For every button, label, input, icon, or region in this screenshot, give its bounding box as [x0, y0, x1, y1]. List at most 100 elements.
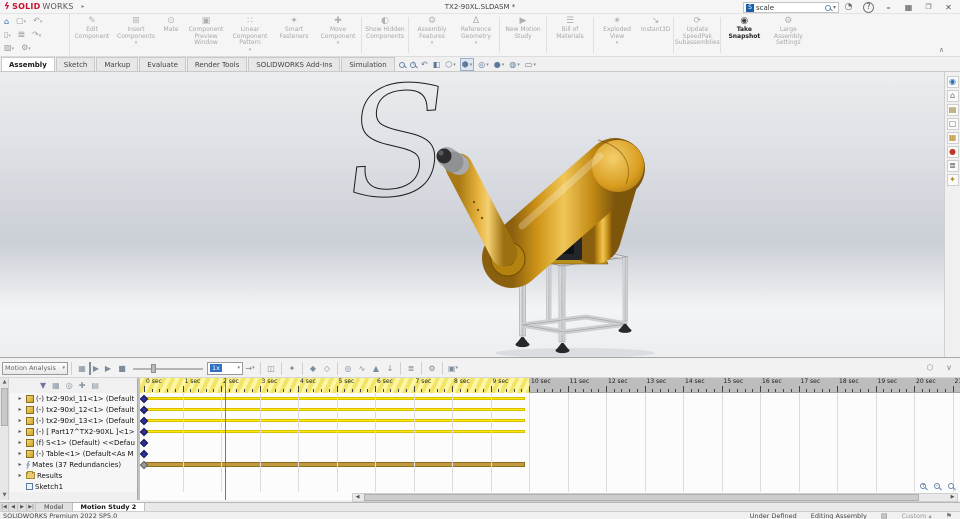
- move-component-button[interactable]: ✚ Move Component ▾: [316, 15, 360, 55]
- show-hidden-components-button[interactable]: ◐ Show Hidden Components: [363, 15, 407, 55]
- tree-row[interactable]: ▸ (-) tx2-90xl_13<1> (Default: [10, 415, 137, 426]
- new-motion-study-button[interactable]: ▶ New Motion Study: [501, 15, 545, 55]
- tab-assembly[interactable]: Assembly: [1, 57, 55, 71]
- key-diamond[interactable]: [140, 438, 149, 447]
- tab-render-tools[interactable]: Render Tools: [186, 57, 248, 71]
- smart-fasteners-button[interactable]: ✦ Smart Fasteners: [272, 15, 316, 55]
- change-bar[interactable]: [144, 419, 526, 422]
- edit-appearance-icon[interactable]: ● ▾: [493, 59, 506, 70]
- change-bar[interactable]: [144, 430, 526, 433]
- dropdown-caret-icon[interactable]: ▾: [517, 62, 520, 68]
- search-box[interactable]: S scale ▾: [743, 2, 839, 13]
- insert-components-button[interactable]: ⊞ Insert Components ▾: [114, 15, 158, 55]
- motor-button[interactable]: ◎: [341, 362, 355, 375]
- key-diamond[interactable]: [140, 394, 149, 403]
- tab-markup[interactable]: Markup: [96, 57, 139, 71]
- timeline-scroll-left-icon[interactable]: ◀: [353, 494, 362, 501]
- dropdown-caret-icon[interactable]: ▾: [431, 41, 434, 46]
- tree-row[interactable]: ▸ (-) [ Part17^TX2-90XL ]<1>: [10, 426, 137, 437]
- previous-view-icon[interactable]: ↶: [420, 59, 429, 70]
- change-bar[interactable]: [144, 397, 526, 400]
- save-animation-button[interactable]: ◫: [264, 362, 278, 375]
- playback-mode-button[interactable]: → ▾: [243, 362, 257, 375]
- expand-arrow-icon[interactable]: ▸: [16, 450, 24, 457]
- last-tab-button[interactable]: ▶|: [27, 503, 36, 511]
- timeline-zoom-out-icon[interactable]: [934, 482, 940, 489]
- minimize-button[interactable]: [883, 2, 894, 13]
- design-library-icon[interactable]: ▤: [946, 104, 959, 116]
- stop-button[interactable]: ■: [115, 362, 129, 375]
- motionmanager-viewport-icon[interactable]: ⬡: [923, 361, 937, 374]
- tab-sketch[interactable]: Sketch: [55, 57, 96, 71]
- timeline-playhead[interactable]: [224, 378, 226, 500]
- key-diamond[interactable]: [140, 427, 149, 436]
- undo-button[interactable]: ↶▾: [33, 16, 42, 27]
- robot-arm[interactable]: [436, 138, 645, 288]
- playback-speed-select[interactable]: 1x ▾: [207, 361, 243, 375]
- expand-arrow-icon[interactable]: ▸: [16, 461, 24, 468]
- calculate-button[interactable]: ▦: [75, 362, 89, 375]
- bill-of-materials-button[interactable]: ☰ Bill of Materials: [548, 15, 592, 55]
- gravity-button[interactable]: ↓: [383, 362, 397, 375]
- view-settings-icon[interactable]: ▭ ▾: [524, 59, 537, 70]
- take-snapshot-button[interactable]: ◉ Take Snapshot: [722, 15, 766, 55]
- prev-tab-button[interactable]: ◀: [9, 503, 18, 511]
- tree-scroll-down-icon[interactable]: ▼: [0, 491, 9, 500]
- status-sheet-icon[interactable]: ▤: [881, 512, 888, 519]
- restore-button[interactable]: [923, 2, 934, 13]
- motion-timeline[interactable]: 0 sec 1 sec 2 sec 3 sec 4 sec 5 sec 6 sec 7 sec…: [140, 378, 960, 500]
- save-button[interactable]: ▢▾: [16, 16, 26, 27]
- window-layout-icon[interactable]: [903, 2, 914, 13]
- tree-row[interactable]: ▸ (-) tx2-90xl_12<1> (Default: [10, 404, 137, 415]
- rebuild-button[interactable]: 𝌆: [18, 30, 25, 40]
- hide-show-items-icon[interactable]: ◎ ▾: [477, 59, 490, 70]
- expand-arrow-icon[interactable]: ▸: [16, 406, 24, 413]
- expand-arrow-icon[interactable]: ▸: [16, 472, 24, 479]
- tree-row[interactable]: ▸ ∮ Mates (37 Redundancies): [10, 459, 137, 470]
- motion-study-properties-button[interactable]: ⚙: [425, 362, 439, 375]
- expand-arrow-icon[interactable]: ▸: [16, 428, 24, 435]
- tab-solidworks-add-ins[interactable]: SOLIDWORKS Add-Ins: [248, 57, 341, 71]
- dropdown-caret-icon[interactable]: ▾: [475, 41, 478, 46]
- status-tag-icon[interactable]: ⚑: [946, 512, 952, 519]
- help-icon[interactable]: [863, 2, 874, 13]
- key-diamond[interactable]: [140, 405, 149, 414]
- sketch-letter-s[interactable]: S: [340, 52, 456, 234]
- dropdown-caret-icon[interactable]: ▾: [616, 41, 619, 46]
- instant3d-button[interactable]: ↘ Instant3D: [639, 15, 672, 55]
- key-diamond[interactable]: [140, 416, 149, 425]
- study-tab-model[interactable]: Model: [36, 503, 73, 511]
- dropdown-caret-icon[interactable]: ▾: [237, 365, 240, 371]
- collapse-motionmanager-icon[interactable]: ∨: [942, 361, 956, 374]
- filter-animated-icon[interactable]: ▦: [52, 381, 60, 391]
- add-update-key-button[interactable]: ◇: [320, 362, 334, 375]
- search-input[interactable]: scale: [756, 4, 825, 12]
- dropdown-caret-icon[interactable]: ▾: [135, 41, 138, 46]
- key-diamond[interactable]: [140, 449, 149, 458]
- close-button[interactable]: [943, 2, 954, 13]
- open-button[interactable]: ▨▾: [4, 43, 14, 54]
- assembly-features-button[interactable]: ⚙ Assembly Features ▾: [410, 15, 454, 55]
- playback-speed-slider[interactable]: [133, 362, 203, 375]
- tree-row[interactable]: ▸ (-) Table<1> (Default<As M: [10, 448, 137, 459]
- first-tab-button[interactable]: |◀: [0, 503, 9, 511]
- solidworks-resources-icon[interactable]: ◉: [946, 76, 959, 88]
- animation-wizard-button[interactable]: ✦: [285, 362, 299, 375]
- filter-icon[interactable]: ▼: [40, 381, 46, 391]
- search-caret-icon[interactable]: ▾: [833, 4, 836, 11]
- timeline-scrollbar[interactable]: ◀ ▶: [352, 493, 958, 502]
- next-tab-button[interactable]: ▶: [18, 503, 27, 511]
- filter-driving-icon[interactable]: ◎: [66, 381, 73, 391]
- login-icon[interactable]: [843, 2, 854, 13]
- section-view-icon[interactable]: ◧: [432, 59, 442, 70]
- tab-simulation[interactable]: Simulation: [341, 57, 395, 71]
- update-speedpak-subassemblies-button[interactable]: ⟳ Update SpeedPak Subassemblies: [675, 15, 720, 55]
- simulation-setup-button[interactable]: ▣ ▾: [446, 362, 460, 375]
- dropdown-caret-icon[interactable]: ▾: [533, 62, 536, 68]
- change-bar[interactable]: [144, 462, 526, 467]
- dropdown-caret-icon[interactable]: ▾: [456, 365, 459, 371]
- spring-button[interactable]: ∿: [355, 362, 369, 375]
- appearances-scenes-icon[interactable]: ●: [946, 146, 959, 158]
- timeline-scroll-right-icon[interactable]: ▶: [948, 494, 957, 501]
- play-button[interactable]: ▶: [101, 362, 115, 375]
